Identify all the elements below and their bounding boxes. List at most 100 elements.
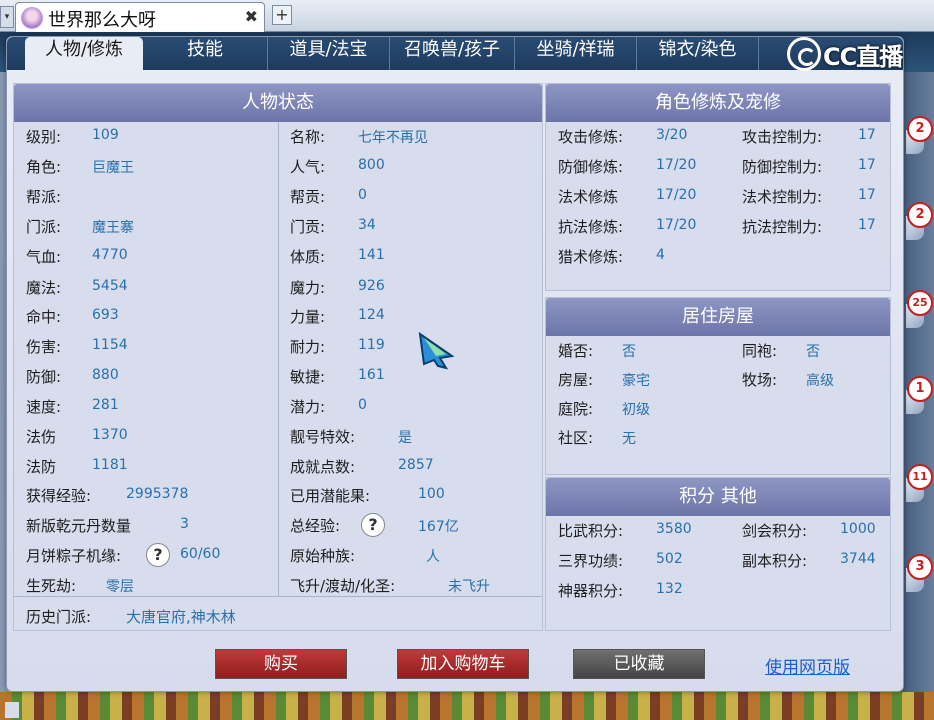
tab-summons[interactable]: 召唤兽/孩子	[390, 37, 515, 70]
cc-logo-icon	[787, 37, 821, 71]
points-value: 502	[656, 551, 683, 567]
cultivation-label: 防御修炼:	[558, 158, 624, 176]
stat-value: 是	[398, 430, 412, 446]
panel-header: 角色修炼及宠修	[546, 84, 890, 122]
housing-label: 庭院:	[558, 400, 594, 418]
cultivation-value: 4	[656, 247, 665, 263]
stat-value: 167亿	[418, 519, 459, 535]
stat-value: 4770	[92, 247, 128, 263]
new-tab-button[interactable]: +	[272, 5, 292, 25]
stat-label: 潜力:	[290, 398, 326, 416]
stat-label: 命中:	[26, 308, 62, 326]
housing-value: 高级	[806, 373, 834, 389]
panel-header: 居住房屋	[546, 298, 890, 336]
housing-value: 初级	[622, 402, 650, 418]
stat-value: 880	[92, 367, 119, 383]
stat-value: 2857	[398, 457, 434, 473]
cultivation-value: 3/20	[656, 127, 688, 143]
avatar-icon	[21, 7, 43, 29]
cultivation-value: 17/20	[656, 187, 697, 203]
tab-dropdown-button[interactable]: ▾	[0, 6, 14, 28]
favorited-button[interactable]: 已收藏	[573, 649, 705, 679]
stat-value: 60/60	[180, 546, 221, 562]
control-label: 法术控制力:	[742, 188, 823, 206]
stat-label: 获得经验:	[26, 487, 92, 505]
housing-value: 无	[622, 431, 636, 447]
stat-label: 月饼粽子机缘:	[26, 547, 122, 565]
help-icon[interactable]: ?	[361, 513, 385, 537]
points-label: 比武积分:	[558, 522, 624, 540]
scrollbar[interactable]	[5, 702, 19, 718]
stat-label: 生死劫:	[26, 577, 77, 595]
browser-tab-bar: ▾ 世界那么大呀 ✖ +	[0, 0, 934, 32]
notification-badge[interactable]: 3	[907, 554, 933, 580]
stat-value: 34	[358, 217, 376, 233]
notification-badge[interactable]: 2	[907, 116, 933, 142]
tab-outfits[interactable]: 锦衣/染色	[637, 37, 759, 70]
stat-label: 力量:	[290, 308, 326, 326]
notification-badge[interactable]: 25	[907, 290, 933, 316]
stat-label: 法防	[26, 458, 57, 476]
panel-header: 积分 其他	[546, 478, 890, 516]
tab-items[interactable]: 道具/法宝	[268, 37, 390, 70]
add-to-cart-button[interactable]: 加入购物车	[397, 649, 529, 679]
stat-label: 伤害:	[26, 338, 62, 356]
stat-value: 人	[426, 549, 440, 565]
tab-mounts[interactable]: 坐骑/祥瑞	[515, 37, 637, 70]
points-value: 3580	[656, 521, 692, 537]
notification-badge[interactable]: 2	[907, 202, 933, 228]
cultivation-label: 法术修炼	[558, 188, 619, 206]
housing-value: 否	[622, 344, 636, 360]
web-version-link[interactable]: 使用网页版	[765, 653, 850, 678]
stat-label: 已用潜能果:	[290, 487, 371, 505]
housing-label: 牧场:	[742, 371, 778, 389]
stat-value: 零层	[106, 579, 134, 595]
points-label: 剑会积分:	[742, 522, 808, 540]
tab-skills[interactable]: 技能	[143, 37, 268, 70]
housing-label: 同袍:	[742, 342, 778, 360]
stat-label: 原始种族:	[290, 547, 356, 565]
housing-panel: 居住房屋 婚否: 否房屋: 豪宅 庭院: 初级 社区: 无 同袍: 否牧场: 高级	[545, 297, 891, 475]
stat-label: 速度:	[26, 398, 62, 416]
stat-value: 1370	[92, 427, 128, 443]
row-divider	[14, 596, 542, 597]
cultivation-value: 17/20	[656, 157, 697, 173]
stat-value: 800	[358, 157, 385, 173]
points-value: 3744	[840, 551, 876, 567]
buy-button[interactable]: 购买	[215, 649, 347, 679]
game-cursor-icon	[418, 331, 455, 370]
points-label: 三界功绩:	[558, 552, 624, 570]
browser-tab[interactable]: 世界那么大呀 ✖	[15, 2, 265, 32]
housing-label: 房屋:	[558, 371, 594, 389]
stat-label: 人气:	[290, 158, 326, 176]
stat-label: 敏捷:	[290, 368, 326, 386]
stat-value: 3	[180, 516, 189, 532]
stat-value: 693	[92, 307, 119, 323]
notification-badge[interactable]: 1	[907, 376, 933, 402]
cultivation-panel: 角色修炼及宠修 攻击修炼: 3/20 防御修炼: 17/20 法术修炼 17/20 抗法修炼…	[545, 83, 891, 291]
notification-badge[interactable]: 11	[907, 464, 933, 490]
tab-character[interactable]: 人物/修炼	[25, 37, 143, 70]
history-value: 大唐官府,神木林	[126, 608, 236, 626]
character-status-panel: 人物状态 级别: 109 角色: 巨魔王 帮派: 门派: 魔王寨 气血: 4770 魔法: 5454…	[13, 83, 543, 631]
close-icon[interactable]: ✖	[245, 7, 258, 26]
points-value: 1000	[840, 521, 876, 537]
stat-value: 281	[92, 397, 119, 413]
control-label: 抗法控制力:	[742, 218, 823, 236]
cultivation-label: 攻击修炼:	[558, 128, 624, 146]
stat-value: 0	[358, 397, 367, 413]
stat-value: 141	[358, 247, 385, 263]
control-value: 17	[858, 187, 876, 203]
stat-value: 2995378	[126, 486, 189, 502]
history-label: 历史门派:	[26, 608, 92, 626]
stat-value: 109	[92, 127, 119, 143]
stat-label: 气血:	[26, 248, 62, 266]
control-label: 防御控制力:	[742, 158, 823, 176]
stat-value: 七年不再见	[358, 130, 428, 146]
stat-value: 魔王寨	[92, 220, 134, 236]
stat-label: 靓号特效:	[290, 428, 356, 446]
help-icon[interactable]: ?	[146, 543, 170, 567]
stat-label: 帮派:	[26, 188, 62, 206]
stat-label: 级别:	[26, 128, 62, 146]
cc-live-logo: CC直播	[787, 35, 903, 73]
